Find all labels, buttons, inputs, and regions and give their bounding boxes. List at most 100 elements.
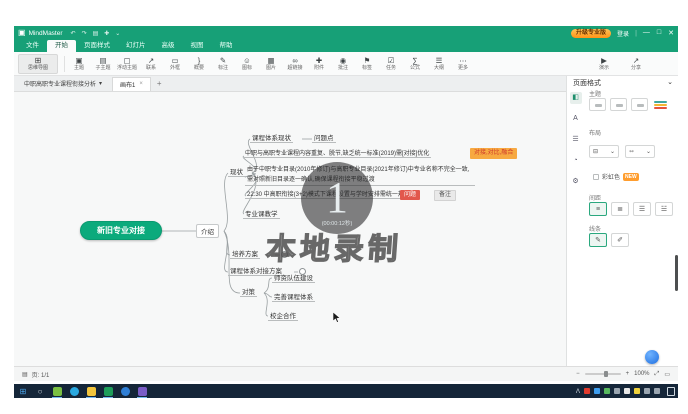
panel-scrollbar[interactable] bbox=[675, 255, 678, 291]
pen-icon[interactable]: ✎ bbox=[589, 233, 607, 247]
problem-tag[interactable]: 问题 bbox=[400, 190, 420, 200]
minimize-button[interactable]: — bbox=[643, 29, 650, 37]
start-button[interactable]: ⊞ bbox=[17, 385, 29, 397]
branch-countermeasure-label[interactable]: 对策 bbox=[240, 286, 257, 297]
toolbar-button[interactable]: ▣ 主题 bbox=[67, 53, 91, 75]
taskbar-app-purple[interactable] bbox=[136, 385, 148, 397]
settings-gear-icon[interactable]: ⚙ bbox=[570, 176, 582, 188]
tray-icon[interactable] bbox=[654, 388, 660, 394]
tab-advanced[interactable]: 高级 bbox=[154, 40, 183, 52]
tray-icon-white[interactable] bbox=[624, 388, 630, 394]
toolbar-button[interactable]: ▤ 子主题 bbox=[91, 53, 115, 75]
notification-center-icon[interactable] bbox=[667, 387, 675, 396]
mindmap-mode-button[interactable]: ⊞ 思维导图 bbox=[18, 54, 58, 74]
toolbar-button[interactable]: ▭ 外框 bbox=[163, 53, 187, 75]
map-overview-icon[interactable]: ▭ bbox=[664, 371, 670, 378]
add-icon[interactable]: ✚ bbox=[104, 30, 109, 37]
close-tab-icon[interactable]: × bbox=[139, 81, 143, 87]
highlight-tag[interactable]: 对接,对比,融合 bbox=[470, 148, 517, 159]
zoom-in-button[interactable]: + bbox=[626, 371, 630, 377]
topic-teacher-team[interactable]: 师资队伍建设 bbox=[272, 272, 315, 283]
branch-status-label[interactable]: 现状 bbox=[228, 166, 245, 177]
toolbar-button[interactable]: ☺ 图标 bbox=[235, 53, 259, 75]
share-button[interactable]: ↗ 分享 bbox=[624, 53, 648, 75]
undo-icon[interactable]: ↶ bbox=[71, 30, 76, 37]
tab-view[interactable]: 视图 bbox=[183, 40, 212, 52]
branch-training-plan[interactable]: 培养方案 bbox=[230, 248, 260, 259]
tab-slides[interactable]: 幻灯片 bbox=[118, 40, 154, 52]
toolbar-button[interactable]: ⋯ 更多 bbox=[451, 53, 475, 75]
checkbox[interactable] bbox=[593, 174, 599, 180]
close-button[interactable]: ✕ bbox=[668, 29, 674, 37]
maximize-button[interactable]: □ bbox=[657, 29, 661, 37]
upgrade-badge[interactable]: 升级专业版 bbox=[571, 29, 611, 38]
search-icon[interactable]: ○ bbox=[34, 385, 46, 397]
topic-issues[interactable]: 问题点 bbox=[312, 132, 336, 143]
file-tab[interactable]: 中职高职专业课程衔接分析 ▾ bbox=[18, 79, 108, 88]
spacing-option-button[interactable]: ☱ bbox=[655, 202, 673, 216]
toolbar-button[interactable]: ⚑ 标签 bbox=[355, 53, 379, 75]
pencil-icon[interactable]: ✐ bbox=[611, 233, 629, 247]
text-style-icon[interactable]: A bbox=[570, 113, 582, 125]
theme-thumbnail[interactable] bbox=[589, 98, 606, 111]
canvas-tab[interactable]: 画布1 × bbox=[112, 77, 151, 91]
root-topic[interactable]: 新旧专业对接 bbox=[80, 221, 162, 240]
rainbow-theme-icon[interactable] bbox=[652, 98, 669, 111]
fit-screen-icon[interactable]: ⤢ bbox=[655, 371, 660, 378]
tray-icon[interactable] bbox=[614, 388, 620, 394]
toolbar-button[interactable]: ✎ 标注 bbox=[211, 53, 235, 75]
outline-icon[interactable]: ☰ bbox=[570, 134, 582, 146]
spacing-option-button[interactable]: ☰ bbox=[633, 202, 651, 216]
theme-thumbnail[interactable] bbox=[610, 98, 627, 111]
toolbar-button[interactable]: ▢ 浮动主题 bbox=[115, 53, 139, 75]
topic-school-enterprise[interactable]: 校企合作 bbox=[268, 310, 298, 321]
floating-help-button[interactable] bbox=[645, 350, 659, 364]
tab-home[interactable]: 开始 bbox=[47, 40, 76, 52]
add-canvas-button[interactable]: + bbox=[157, 79, 162, 88]
topic-intro[interactable]: 介绍 bbox=[196, 224, 219, 238]
login-button[interactable]: 登录 bbox=[617, 29, 629, 38]
tray-icon-blue[interactable] bbox=[594, 388, 600, 394]
toolbar-button[interactable]: ▦ 图片 bbox=[259, 53, 283, 75]
toolbar-button[interactable]: ∑ 公式 bbox=[403, 53, 427, 75]
tray-icon[interactable] bbox=[644, 388, 650, 394]
tray-expand-icon[interactable]: ᐱ bbox=[576, 388, 580, 395]
topic-course-system[interactable]: 课程体系现状 bbox=[250, 132, 293, 143]
taskbar-app-browser[interactable] bbox=[68, 385, 80, 397]
theme-thumbnail[interactable] bbox=[631, 98, 648, 111]
toolbar-button[interactable]: ◉ 批注 bbox=[331, 53, 355, 75]
note-tag[interactable]: 备注 bbox=[434, 190, 456, 201]
topic-teaching[interactable]: 专业课教学 bbox=[243, 208, 280, 219]
tab-page-style[interactable]: 页面样式 bbox=[76, 40, 118, 52]
mindmap-canvas[interactable]: 新旧专业对接 介绍 现状 课程体系现状 问题点 中职与高职专业课程内容重复、脱节… bbox=[14, 92, 566, 366]
chevron-down-icon[interactable]: ⌄ bbox=[667, 78, 673, 88]
topic-improve-courses[interactable]: 完善课程体系 bbox=[272, 291, 315, 302]
taskbar-app-ie[interactable] bbox=[119, 385, 131, 397]
tab-file[interactable]: 文件 bbox=[18, 40, 47, 52]
zoom-out-button[interactable]: − bbox=[576, 371, 580, 377]
toolbar-button[interactable]: ∞ 超链接 bbox=[283, 53, 307, 75]
spacing-option-button[interactable]: ≣ bbox=[611, 202, 629, 216]
tray-icon-red[interactable] bbox=[584, 388, 590, 394]
page-format-icon[interactable]: ◧ bbox=[570, 92, 582, 104]
layout-direction-dropdown[interactable]: ⇿ ⌄ bbox=[625, 145, 655, 158]
zoom-slider[interactable] bbox=[585, 373, 621, 375]
redo-icon[interactable]: ↷ bbox=[82, 30, 87, 37]
toolbar-button[interactable]: ☑ 任务 bbox=[379, 53, 403, 75]
toolbar-button[interactable]: ☰ 大纲 bbox=[427, 53, 451, 75]
tray-icon-yellow[interactable] bbox=[634, 388, 640, 394]
toolbar-button[interactable]: ✚ 附件 bbox=[307, 53, 331, 75]
zoom-slider-handle[interactable] bbox=[604, 371, 608, 377]
icon-library-icon[interactable]: ◔ bbox=[570, 155, 582, 167]
taskbar-app-folder[interactable] bbox=[85, 385, 97, 397]
toolbar-button[interactable]: ↗ 联系 bbox=[139, 53, 163, 75]
toolbar-button[interactable]: } 概要 bbox=[187, 53, 211, 75]
present-button[interactable]: ▶ 演示 bbox=[592, 53, 616, 75]
tray-icon-green[interactable] bbox=[604, 388, 610, 394]
save-icon[interactable]: ▤ bbox=[93, 30, 99, 37]
chevron-down-icon[interactable]: ⌄ bbox=[115, 30, 120, 37]
spacing-option-button[interactable]: ≡ bbox=[589, 202, 607, 216]
layout-type-dropdown[interactable]: ⊟ ⌄ bbox=[589, 145, 619, 158]
taskbar-app-explorer[interactable] bbox=[51, 385, 63, 397]
topic-status-line1[interactable]: 中职与高职专业课程内容重复、脱节,缺乏统一标准(2019)需[对接]优化 bbox=[243, 148, 431, 158]
